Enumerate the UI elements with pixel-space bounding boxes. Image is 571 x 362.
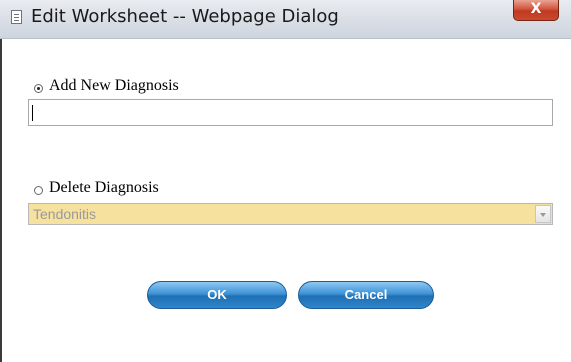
diagnosis-select[interactable]: Tendonitis — [28, 203, 553, 225]
ok-button[interactable]: OK — [147, 281, 287, 309]
title-bar[interactable]: Edit Worksheet -- Webpage Dialog X — [0, 0, 571, 39]
document-icon — [11, 10, 22, 24]
add-diagnosis-label[interactable]: Add New Diagnosis — [49, 77, 179, 95]
diagnosis-select-value: Tendonitis — [33, 206, 97, 222]
new-diagnosis-input[interactable] — [28, 99, 553, 126]
dropdown-arrow-icon[interactable] — [535, 205, 551, 223]
window-left-edge — [0, 39, 2, 362]
close-button[interactable]: X — [513, 0, 559, 21]
delete-diagnosis-label[interactable]: Delete Diagnosis — [49, 179, 159, 197]
window-title: Edit Worksheet -- Webpage Dialog — [31, 6, 339, 27]
text-caret — [32, 105, 33, 121]
edit-worksheet-dialog: Edit Worksheet -- Webpage Dialog X Add N… — [0, 0, 571, 362]
delete-diagnosis-radio[interactable] — [34, 186, 43, 195]
cancel-button[interactable]: Cancel — [298, 281, 434, 309]
add-diagnosis-radio[interactable] — [34, 84, 43, 93]
